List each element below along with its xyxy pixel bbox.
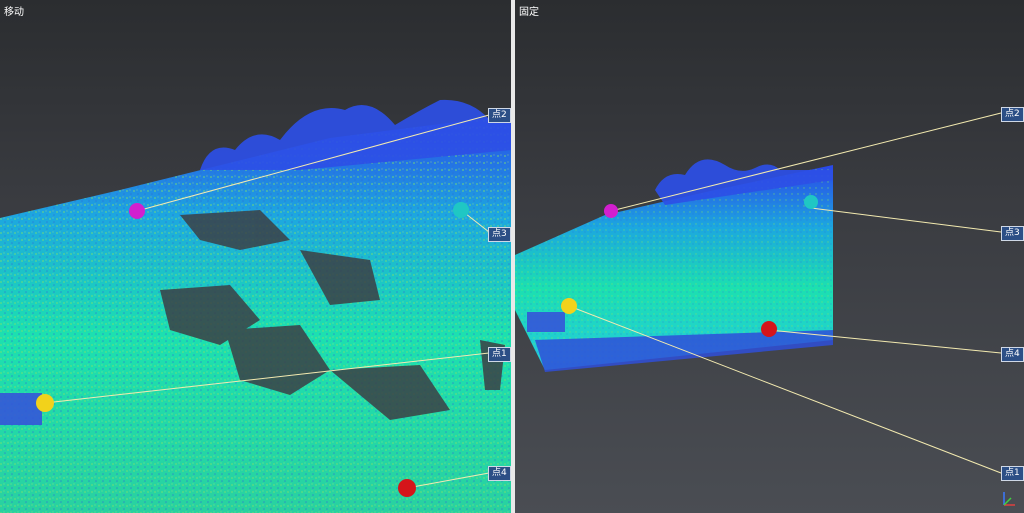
label-point-4[interactable]: 点4 [488,466,511,481]
point-4-sphere[interactable] [761,321,777,337]
point-4-sphere[interactable] [398,479,416,497]
blue-block [0,393,42,425]
dual-viewport-window: 移动 点2 点3 点1 点4 固定 点2 点3 点4 点1 [0,0,1024,513]
point-3-sphere[interactable] [804,195,818,209]
label-point-4[interactable]: 点4 [1001,347,1024,362]
moving-cloud-viewport[interactable]: 移动 点2 点3 点1 点4 [0,0,511,513]
moving-point-cloud[interactable] [0,0,511,513]
point-1-sphere[interactable] [561,298,577,314]
label-point-1[interactable]: 点1 [1001,466,1024,481]
fixed-point-cloud[interactable] [515,0,1024,513]
point-1-sphere[interactable] [36,394,54,412]
blue-block [527,312,565,332]
point-3-sphere[interactable] [453,202,469,218]
axis-gizmo-icon [1003,492,1015,506]
label-point-3[interactable]: 点3 [1001,226,1024,241]
fixed-cloud-viewport[interactable]: 固定 点2 点3 点4 点1 [515,0,1024,513]
label-point-3[interactable]: 点3 [488,227,511,242]
fixed-view-title: 固定 [519,7,539,18]
point-2-sphere[interactable] [129,203,145,219]
point-2-sphere[interactable] [604,204,618,218]
label-point-1[interactable]: 点1 [488,347,511,362]
label-point-2[interactable]: 点2 [488,108,511,123]
moving-view-title: 移动 [4,7,24,18]
label-point-2[interactable]: 点2 [1001,107,1024,122]
